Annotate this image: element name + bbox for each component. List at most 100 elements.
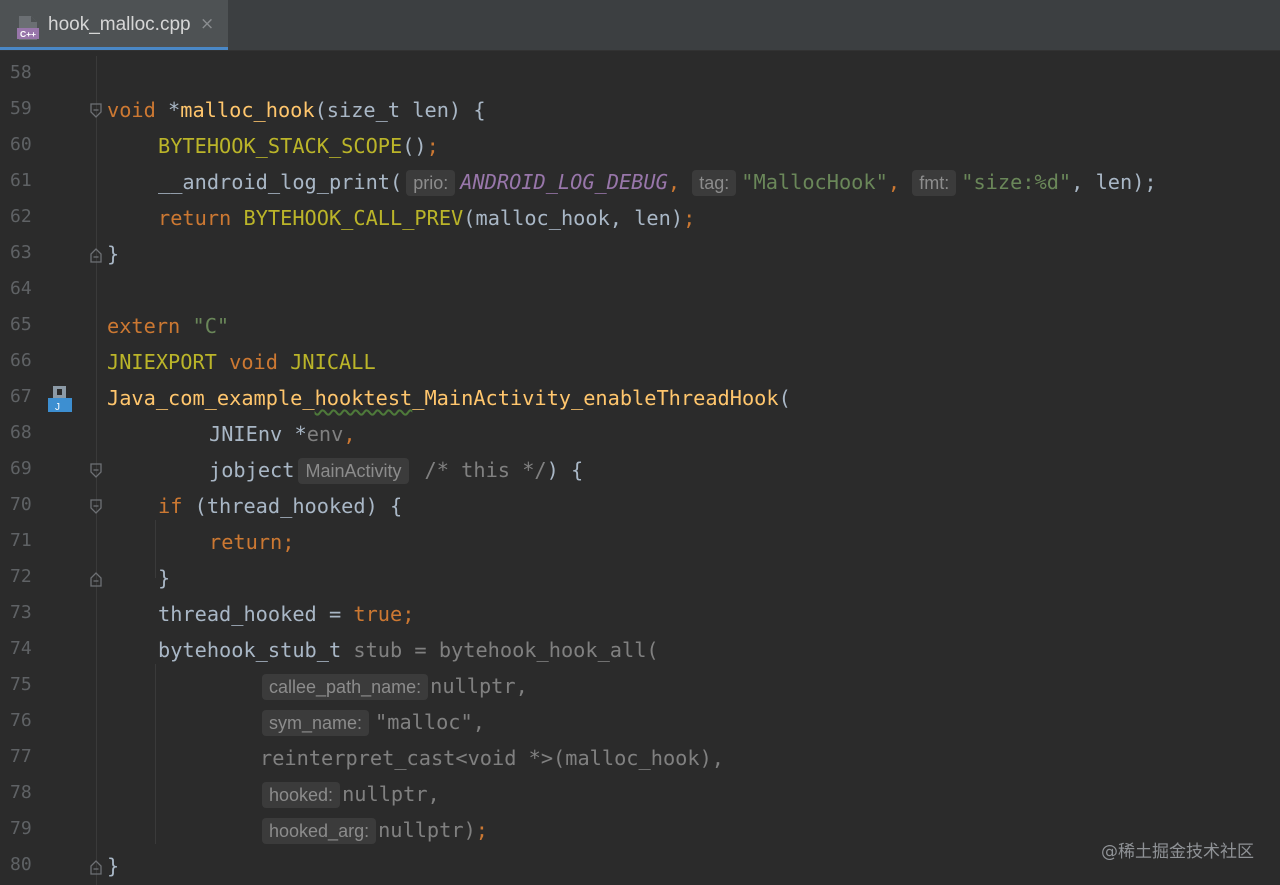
code-line-77: 77 reinterpret_cast<void *>(malloc_hook)…	[0, 740, 1280, 776]
token: thread_hooked =	[158, 602, 354, 626]
code-text: reinterpret_cast<void *>(malloc_hook),	[260, 746, 724, 770]
code-text: JNIEXPORT void JNICALL	[107, 348, 376, 376]
code-text: }	[107, 242, 120, 266]
fold-open-icon[interactable]	[89, 498, 103, 516]
code-text: __android_log_print(prio: ANDROID_LOG_DEB…	[158, 168, 1157, 196]
code-line-66: 66 JNIEXPORT void JNICALL	[0, 344, 1280, 380]
code-text: hooked_arg: nullptr);	[262, 816, 488, 844]
token: JNIEnv *	[209, 422, 307, 446]
line-number: 69	[10, 458, 32, 479]
line-number: 61	[10, 170, 32, 191]
token: nullptr	[342, 782, 428, 806]
code-text: Java_com_example_hooktest_MainActivity_e…	[107, 384, 791, 412]
fold-open-icon[interactable]	[89, 102, 103, 120]
code-text: hooked: nullptr,	[262, 780, 440, 808]
fold-open-icon[interactable]	[89, 462, 103, 480]
watermark: @稀土掘金技术社区	[1101, 842, 1254, 862]
line-number: 59	[10, 98, 32, 119]
code-line-58: 58	[0, 56, 1280, 92]
token: (	[778, 386, 791, 410]
tab-hook-malloc-cpp[interactable]: C++ hook_malloc.cpp ×	[0, 0, 228, 50]
editor-tab-bar: C++ hook_malloc.cpp ×	[0, 0, 1280, 51]
fold-close-icon[interactable]	[89, 570, 103, 588]
comma: ,	[887, 170, 901, 194]
line-number: 72	[10, 566, 32, 587]
code-line-67: 67 J Java_com_example_hooktest_MainActiv…	[0, 380, 1280, 416]
line-number: 66	[10, 350, 32, 371]
close-icon[interactable]: ×	[200, 14, 214, 34]
code-editor[interactable]: 58 59 void *malloc_hook(size_t len) { 60…	[0, 56, 1280, 885]
jni-icon-text: J	[55, 402, 60, 413]
token: jobject	[209, 458, 295, 482]
token: nullptr	[430, 674, 516, 698]
code-line-64: 64	[0, 272, 1280, 308]
comma: ,	[343, 422, 356, 446]
line-number: 60	[10, 134, 32, 155]
cpp-icon-text: C++	[20, 29, 36, 39]
string: "size:%d"	[961, 170, 1072, 194]
token: )	[463, 818, 476, 842]
token: (thread_hooked) {	[182, 494, 403, 518]
comma: ,	[667, 170, 681, 194]
line-number: 65	[10, 314, 32, 335]
code-line-70: 70 if (thread_hooked) {	[0, 488, 1280, 524]
line-number: 62	[10, 206, 32, 227]
token: ,	[427, 782, 440, 806]
token: ,	[472, 710, 485, 734]
code-line-75: 75 callee_path_name: nullptr,	[0, 668, 1280, 704]
line-number: 58	[10, 62, 32, 83]
token: , len);	[1071, 170, 1157, 194]
token: ) {	[546, 458, 584, 482]
token: (malloc_hook, len)	[463, 206, 684, 230]
code-text: bytehook_stub_t stub = bytehook_hook_all…	[158, 636, 659, 664]
code-line-63: 63 }	[0, 236, 1280, 272]
macro: JNICALL	[290, 350, 376, 374]
code-text: extern "C"	[107, 312, 229, 340]
type-hint: MainActivity	[298, 458, 409, 484]
param-hint: prio:	[406, 170, 456, 196]
token: ,	[515, 674, 528, 698]
param-hint: fmt:	[912, 170, 957, 196]
code-text: }	[158, 566, 171, 590]
comment: /* this */	[424, 458, 547, 482]
jni-navigation-icon[interactable]: J	[46, 384, 72, 414]
line-number: 68	[10, 422, 32, 443]
code-text: callee_path_name: nullptr,	[262, 672, 528, 700]
token: __android_log_print(	[158, 170, 403, 194]
code-line-73: 73 thread_hooked = true;	[0, 596, 1280, 632]
line-number: 77	[10, 746, 32, 767]
line-number: 63	[10, 242, 32, 263]
code-line-68: 68 JNIEnv *env,	[0, 416, 1280, 452]
keyword-void: void	[107, 98, 156, 122]
line-number: 67	[10, 386, 32, 407]
code-text: jobject MainActivity /* this */) {	[209, 456, 583, 484]
string: "MallocHook"	[741, 170, 888, 194]
fold-close-icon[interactable]	[89, 246, 103, 264]
line-number: 76	[10, 710, 32, 731]
token: *	[155, 98, 181, 122]
unused-code: stub = bytehook_hook_all(	[341, 638, 659, 662]
code-text: sym_name: "malloc",	[262, 708, 485, 736]
line-number: 75	[10, 674, 32, 695]
keyword-extern: extern	[107, 314, 181, 338]
macro: BYTEHOOK_CALL_PREV	[243, 206, 464, 230]
line-number: 71	[10, 530, 32, 551]
line-number: 74	[10, 638, 32, 659]
code-line-72: 72 }	[0, 560, 1280, 596]
code-line-62: 62 return BYTEHOOK_CALL_PREV(malloc_hook…	[0, 200, 1280, 236]
string: "C"	[192, 314, 230, 338]
keyword-void: void	[229, 350, 278, 374]
semicolon: ;	[402, 602, 415, 626]
macro: JNIEXPORT	[107, 350, 217, 374]
code-text: thread_hooked = true;	[158, 600, 414, 628]
fold-close-icon[interactable]	[89, 858, 103, 876]
line-number: 70	[10, 494, 32, 515]
function-name: malloc_hook	[180, 98, 315, 122]
code-text: if (thread_hooked) {	[158, 492, 402, 520]
unused-param: env	[306, 422, 344, 446]
constant: ANDROID_LOG_DEBUG	[460, 170, 668, 194]
token: ()	[402, 134, 427, 158]
